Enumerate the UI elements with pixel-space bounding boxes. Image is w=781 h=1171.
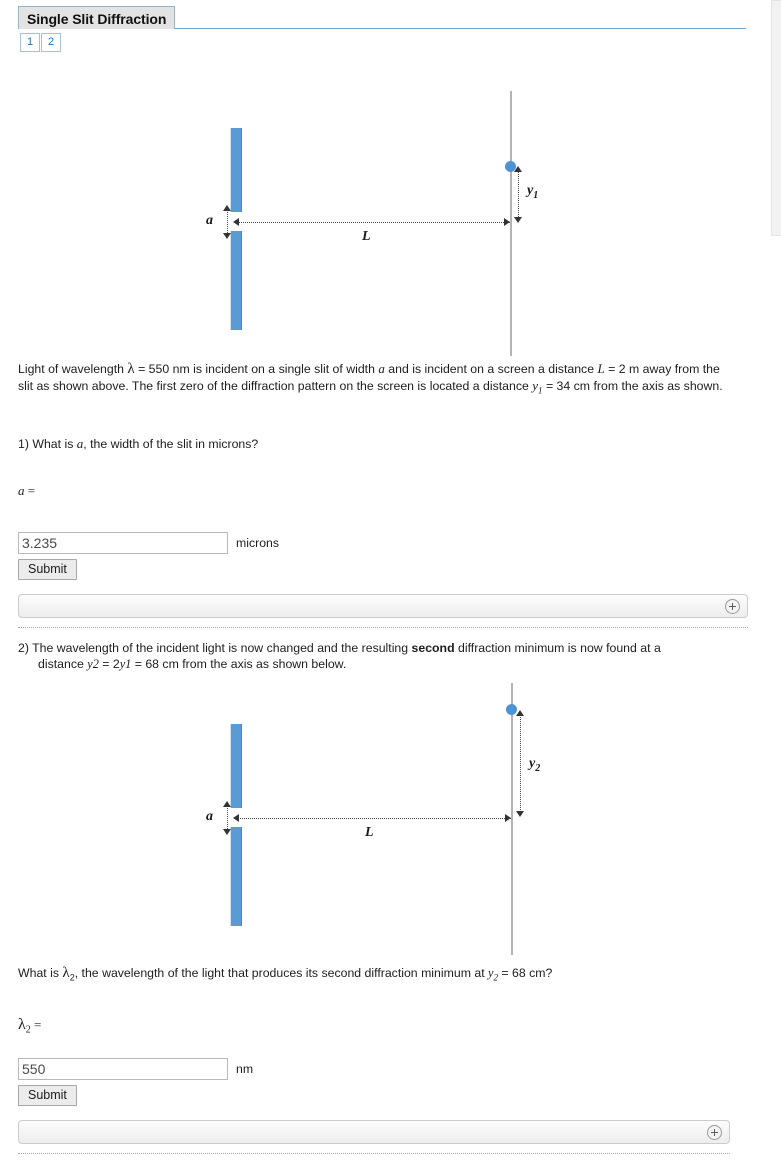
screen-line: [510, 91, 512, 356]
q2-l2-pre: distance: [38, 657, 88, 672]
q2-text-post: diffraction minimum is now found at a: [454, 640, 661, 655]
unit-label-2: nm: [236, 1061, 254, 1076]
distance-y1-arrow-down: [514, 217, 522, 223]
q1-text-pre: 1) What is: [18, 437, 77, 452]
distance-L-arrow-left: [233, 813, 239, 822]
distance-L-arrow-right: [505, 813, 511, 822]
plus-icon[interactable]: [725, 598, 740, 614]
slit-width-arrow-down: [223, 828, 231, 835]
intro-text-3: and is incident on a screen a distance: [384, 362, 598, 376]
distance-y2-arrow-up: [516, 709, 524, 716]
q2f-lambda: λ: [62, 964, 70, 981]
q2f-pre: What is: [18, 965, 63, 980]
distance-L-line: [238, 817, 511, 819]
page-scrollbar[interactable]: [766, 0, 781, 1171]
q2-eq-sign: =: [30, 1016, 42, 1032]
page-title: Single Slit Diffraction: [18, 6, 176, 29]
page-button-1[interactable]: 1: [20, 33, 40, 52]
page-content: Single Slit Diffraction 1 2 a L y1 Light…: [0, 0, 766, 1171]
lambda-symbol: λ: [127, 361, 135, 377]
hint-panel-1-wrapper: [18, 593, 748, 618]
scrollbar-thumb[interactable]: [771, 0, 781, 236]
slit-bar-top: [230, 723, 242, 808]
q1-text-post: , the width of the slit in microns?: [83, 437, 259, 452]
label-L: L: [365, 824, 374, 840]
page-number-buttons: 1 2: [20, 33, 62, 52]
intro-text-1: Light of wavelength: [18, 362, 128, 376]
q2-l2-mid: = 2: [98, 657, 120, 672]
submit-button-1[interactable]: Submit: [18, 558, 77, 580]
slit-width-arrow-up: [223, 800, 231, 807]
answer-input-2[interactable]: [18, 1057, 228, 1080]
slit-width-arrow-down: [223, 233, 231, 239]
intro-text-2: = 550 nm is incident on a single slit of…: [134, 362, 379, 376]
question-1-prompt: 1) What is a, the width of the slit in m…: [18, 436, 748, 453]
page-button-2[interactable]: 2: [41, 33, 61, 52]
q2-l2-post: = 68 cm from the axis as shown below.: [131, 657, 347, 672]
distance-y1-line: [518, 171, 519, 219]
q2-text-pre: 2) The wavelength of the incident light …: [18, 640, 412, 655]
intro-text-5: = 34 cm from the axis as shown.: [542, 378, 723, 393]
slit-bar-bottom: [230, 826, 242, 926]
label-L: L: [362, 229, 371, 244]
hint-panel-2[interactable]: [18, 1119, 730, 1144]
header-rule: [172, 28, 746, 29]
slit-width-arrow-up: [223, 205, 231, 211]
section-divider-2: [18, 1152, 730, 1154]
answer-input-1[interactable]: [18, 531, 228, 554]
distance-y1-arrow-up: [514, 166, 522, 172]
distance-y2-line: [520, 714, 521, 814]
question-2-equation: λ2 =: [18, 1016, 748, 1036]
label-y1: y1: [527, 183, 539, 201]
question-1-equation: a =: [18, 483, 748, 499]
question-2-final-prompt: What is λ2, the wavelength of the light …: [18, 965, 748, 986]
plus-icon[interactable]: [707, 1124, 722, 1140]
intro-var-L: L: [597, 361, 605, 376]
question-2-answer-row: nm: [18, 1057, 748, 1080]
intro-paragraph: Light of wavelength λ = 550 nm is incide…: [18, 361, 734, 398]
distance-L-arrow-right: [504, 218, 510, 226]
section-divider-1: [18, 626, 748, 628]
diagram-single-slit-2: a L y2: [0, 675, 766, 963]
q2f-post: , the wavelength of the light that produ…: [74, 965, 489, 980]
header: Single Slit Diffraction: [0, 4, 766, 31]
question-1-answer-row: microns: [18, 531, 748, 554]
q2-eq-lambda: λ: [18, 1015, 26, 1033]
diagram-single-slit-1: a L y1: [0, 83, 766, 361]
q2-line2: distance y2 = 2y1 = 68 cm from the axis …: [18, 656, 748, 673]
distance-y2-arrow-down: [516, 810, 524, 817]
label-a: a: [206, 808, 213, 824]
slit-bar-top: [230, 128, 242, 212]
slit-width-line: [227, 209, 228, 235]
label-a: a: [206, 213, 213, 228]
distance-L-arrow-left: [233, 218, 239, 226]
distance-L-line: [238, 222, 510, 223]
slit-bar-bottom: [230, 231, 242, 330]
q2-text-bold: second: [411, 640, 455, 655]
label-y2: y2: [529, 755, 541, 774]
submit-button-2[interactable]: Submit: [18, 1084, 77, 1106]
hint-panel-2-wrapper: [18, 1119, 730, 1144]
q2f-end: = 68 cm?: [498, 965, 553, 980]
hint-panel-1[interactable]: [18, 593, 748, 618]
screen-line: [511, 682, 513, 955]
q1-eq-sign: =: [24, 482, 36, 498]
unit-label-1: microns: [236, 535, 280, 550]
question-2-prompt: 2) The wavelength of the incident light …: [18, 640, 748, 673]
slit-width-line: [227, 804, 228, 831]
